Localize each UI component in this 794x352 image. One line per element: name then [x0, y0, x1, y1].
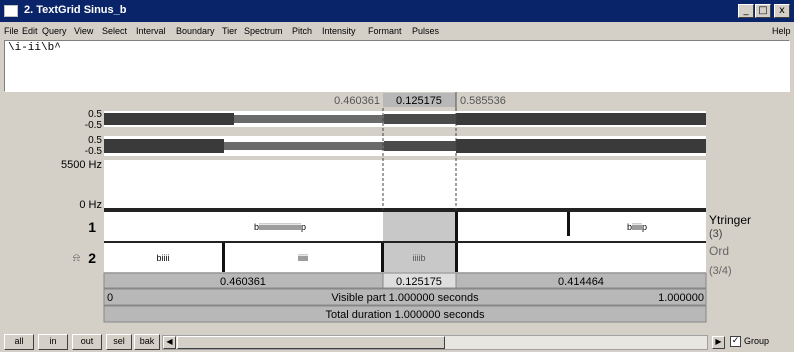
tier-1-count: (3)	[709, 228, 722, 240]
menu-pulses[interactable]: Pulses	[412, 26, 439, 36]
scroll-left-arrow-icon[interactable]: ◀	[163, 336, 176, 349]
waveform-2-mid	[224, 142, 384, 150]
tier-2-count: (3/4)	[709, 265, 732, 277]
zoom-all-button[interactable]: all	[4, 334, 34, 350]
menu-intensity[interactable]: Intensity	[322, 26, 356, 36]
title-bar: 2. TextGrid Sinus_b _ □ x	[0, 0, 794, 22]
close-button[interactable]: x	[774, 4, 790, 18]
group-label: Group	[744, 336, 770, 346]
visible-part-label: Visible part 1.000000 seconds	[331, 292, 479, 304]
group-checkbox[interactable]: ✓	[730, 336, 741, 347]
menu-boundary[interactable]: Boundary	[176, 26, 215, 36]
left-duration-label: 0.460361	[220, 276, 266, 288]
zoom-back-button[interactable]: bak	[134, 334, 160, 350]
menu-file[interactable]: File	[4, 26, 19, 36]
zoom-in-button[interactable]: in	[38, 334, 68, 350]
visible-start-label: 0	[107, 292, 113, 304]
menu-edit[interactable]: Edit	[22, 26, 38, 36]
selection-start-time: 0.460361	[334, 95, 380, 107]
waveform-2-selected	[384, 141, 456, 151]
maximize-button[interactable]: □	[755, 4, 771, 18]
waveform-2-dense-right	[456, 139, 706, 153]
menu-spectrum[interactable]: Spectrum	[244, 26, 283, 36]
waveform-1-dense-left	[104, 113, 234, 125]
tier-1-boundary-point[interactable]	[567, 212, 570, 236]
menu-view[interactable]: View	[74, 26, 93, 36]
menu-select[interactable]: Select	[102, 26, 127, 36]
minimize-button[interactable]: _	[738, 4, 754, 18]
selected-duration-label: 0.125175	[396, 276, 442, 288]
tier-1-interval-label: biiiiip	[627, 222, 647, 232]
app-icon	[4, 5, 18, 17]
menu-bar: File Edit Query View Select Interval Bou…	[0, 22, 794, 40]
menu-query[interactable]: Query	[42, 26, 67, 36]
waveform-channel-1[interactable]	[104, 111, 706, 127]
scroll-thumb[interactable]	[177, 336, 445, 349]
waveform-channel-2[interactable]	[104, 136, 706, 156]
tier-1-interval-label: biiiiiiiiiiiiiiiiiiiiip	[254, 222, 306, 232]
selection-duration-time: 0.125175	[396, 95, 442, 107]
window-title: 2. TextGrid Sinus_b	[24, 4, 127, 16]
visible-end-label: 1.000000	[658, 292, 704, 304]
selection-end-time: 0.585536	[460, 95, 506, 107]
waveform-2-top-label: 0.5	[88, 135, 102, 146]
tier-2-interval-label: iiiii	[298, 253, 308, 263]
menu-tier[interactable]: Tier	[222, 26, 237, 36]
bottom-toolbar: all in out sel bak ◀ ▶ ✓ Group	[0, 332, 794, 352]
tier-2-interval-label: iiiib	[412, 253, 425, 263]
tier-2-boundary[interactable]	[381, 243, 384, 272]
menu-pitch[interactable]: Pitch	[292, 26, 312, 36]
horizontal-scrollbar[interactable]: ◀	[162, 335, 708, 350]
right-duration-label: 0.414464	[558, 276, 604, 288]
tier-1-top-border	[104, 208, 706, 212]
tier-2-boundary[interactable]	[222, 243, 225, 272]
waveform-2-bottom-label: -0.5	[85, 146, 103, 157]
tier-1-name: Ytringer	[709, 213, 751, 227]
spectrogram-max-label: 5500 Hz	[61, 159, 102, 171]
tier-2-number: 2	[88, 250, 96, 266]
waveform-1-dense-right	[456, 113, 706, 125]
speaker-icon[interactable]: ⍾	[73, 252, 80, 264]
tier-1-number: 1	[88, 219, 96, 235]
spectrogram-area[interactable]	[104, 160, 706, 210]
spectrogram-min-label: 0 Hz	[79, 199, 102, 211]
waveform-1-mid	[234, 115, 384, 123]
interval-text-value: \i-ii\b^	[8, 42, 61, 54]
tier-1-boundary[interactable]	[455, 212, 458, 242]
menu-formant[interactable]: Formant	[368, 26, 402, 36]
scroll-right-arrow-icon[interactable]: ▶	[712, 336, 725, 349]
waveform-1-selected	[384, 114, 456, 124]
zoom-sel-button[interactable]: sel	[106, 334, 132, 350]
tier-2-top-border	[104, 241, 706, 243]
total-duration-label: Total duration 1.000000 seconds	[325, 309, 485, 321]
tier-2-name: Ord	[709, 244, 729, 258]
menu-help[interactable]: Help	[772, 26, 791, 36]
interval-text-field[interactable]: \i-ii\b^	[4, 40, 790, 92]
editor-canvas[interactable]: 0.460361 0.125175 0.585536 0.5 -0.5 0.5 …	[0, 92, 794, 332]
waveform-2-dense-left	[104, 139, 224, 153]
waveform-1-top-label: 0.5	[88, 109, 102, 120]
menu-interval[interactable]: Interval	[136, 26, 166, 36]
tier-2-interval-label: biiii	[156, 253, 169, 263]
waveform-1-bottom-label: -0.5	[85, 120, 103, 131]
tier-2-boundary[interactable]	[455, 243, 458, 272]
zoom-out-button[interactable]: out	[72, 334, 102, 350]
tier-1-selected-interval	[383, 212, 456, 242]
